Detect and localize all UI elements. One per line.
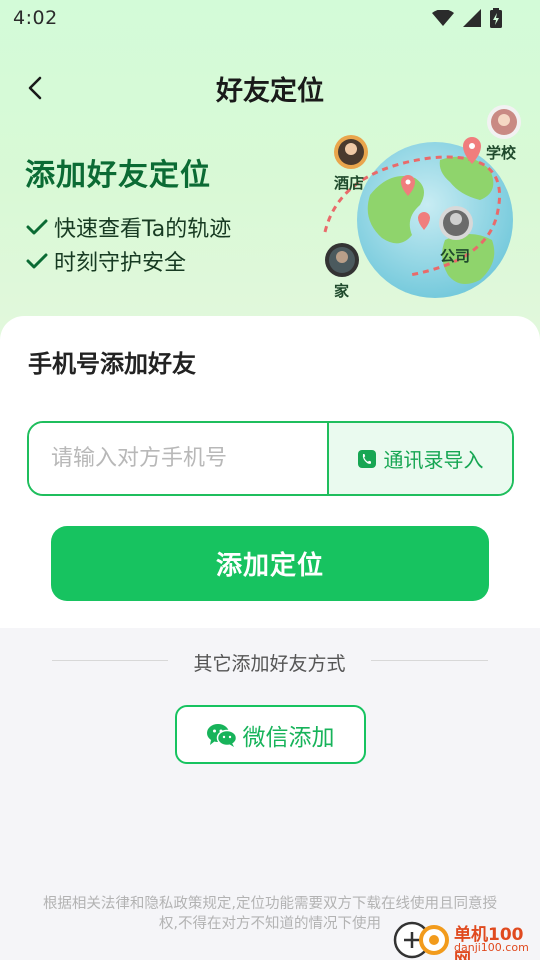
battery-icon	[490, 8, 502, 28]
import-contacts-button[interactable]: 通讯录导入	[327, 423, 512, 494]
map-label-school: 学校	[486, 144, 517, 162]
status-icons	[432, 8, 502, 28]
feature-label: 快速查看Ta的轨迹	[54, 217, 232, 242]
check-icon	[26, 219, 48, 235]
feature-label: 时刻守护安全	[54, 251, 187, 276]
status-time: 4:02	[13, 7, 58, 29]
avatar-home-friend	[325, 243, 359, 277]
divider-line	[371, 660, 488, 661]
map-label-home: 家	[334, 282, 349, 300]
watermark-brand: 单机100网	[454, 925, 524, 960]
watermark-domain: danji100.com	[454, 941, 529, 954]
map-label-hotel: 酒店	[334, 174, 364, 192]
hero-heading: 添加好友定位	[25, 158, 211, 193]
check-icon	[26, 253, 48, 269]
wechat-add-label: 微信添加	[242, 724, 335, 751]
page-title: 好友定位	[216, 75, 324, 107]
feature-item: 快速查看Ta的轨迹	[26, 211, 231, 243]
phone-input-row: 通讯录导入	[27, 421, 514, 496]
watermark-logo-icon	[393, 921, 449, 959]
import-contacts-label: 通讯录导入	[383, 448, 484, 472]
site-watermark: 单机100网 danji100.com	[390, 916, 540, 960]
phone-number-input[interactable]	[29, 423, 327, 494]
divider-line	[52, 660, 168, 661]
map-label-company: 公司	[440, 247, 470, 265]
other-methods-label: 其它添加好友方式	[193, 653, 346, 675]
avatar-school-friend	[487, 105, 521, 139]
avatar-company-friend	[439, 206, 473, 240]
globe-map-illustration: 酒店 学校 公司 家	[323, 105, 521, 300]
chevron-left-icon	[28, 76, 42, 100]
add-location-button[interactable]: 添加定位	[51, 526, 489, 601]
section-title: 手机号添加好友	[28, 350, 196, 378]
status-bar: 4:02	[0, 0, 540, 36]
wifi-icon	[432, 10, 454, 26]
wechat-add-button[interactable]: 微信添加	[175, 705, 366, 764]
cellular-signal-icon	[463, 9, 481, 27]
avatar-hotel-friend	[334, 135, 368, 169]
feature-item: 时刻守护安全	[26, 245, 186, 277]
wechat-icon	[206, 723, 237, 747]
contacts-phone-icon	[357, 449, 376, 468]
back-button[interactable]	[20, 72, 50, 104]
